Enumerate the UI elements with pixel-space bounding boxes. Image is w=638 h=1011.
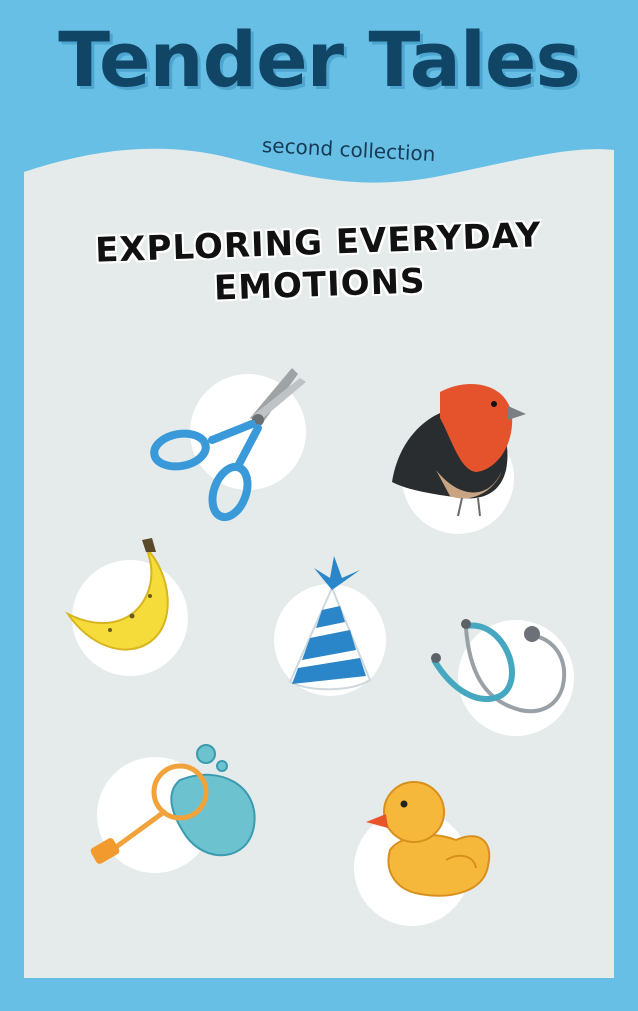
illustrations xyxy=(65,368,574,926)
bubble-wand-icon xyxy=(90,744,256,873)
banana-icon xyxy=(65,538,188,676)
rubber-duck-icon xyxy=(354,781,491,926)
scissors-icon xyxy=(150,368,306,522)
robin-bird-icon xyxy=(392,384,526,534)
party-hat-icon xyxy=(274,556,386,696)
stethoscope-icon xyxy=(431,619,574,736)
book-cover: Tender Tales second collection EXPLORING… xyxy=(0,0,638,1011)
